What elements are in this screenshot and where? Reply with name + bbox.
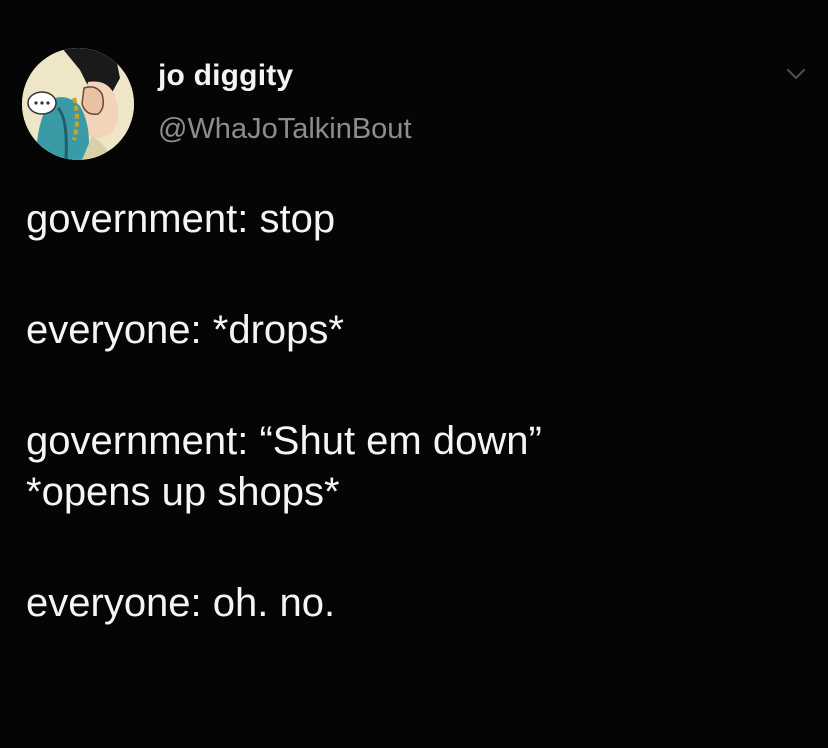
author-handle[interactable]: @WhaJoTalkinBout — [158, 113, 412, 146]
tweet-line: everyone: *drops* — [26, 308, 344, 352]
avatar-illustration-icon — [22, 48, 134, 160]
tweet-line: government: “Shut em down” — [26, 419, 542, 463]
tweet-menu-button[interactable] — [783, 64, 809, 84]
tweet-card: jo diggity @WhaJoTalkinBout government: … — [0, 0, 828, 748]
tweet-line: everyone: oh. no. — [26, 581, 336, 625]
chevron-down-icon — [786, 68, 806, 80]
tweet-line: government: stop — [26, 197, 336, 241]
tweet-line: *opens up shops* — [26, 470, 340, 514]
avatar[interactable] — [22, 48, 134, 160]
tweet-text: government: stop everyone: *drops* gover… — [26, 194, 816, 629]
author-display-name[interactable]: jo diggity — [158, 59, 293, 93]
